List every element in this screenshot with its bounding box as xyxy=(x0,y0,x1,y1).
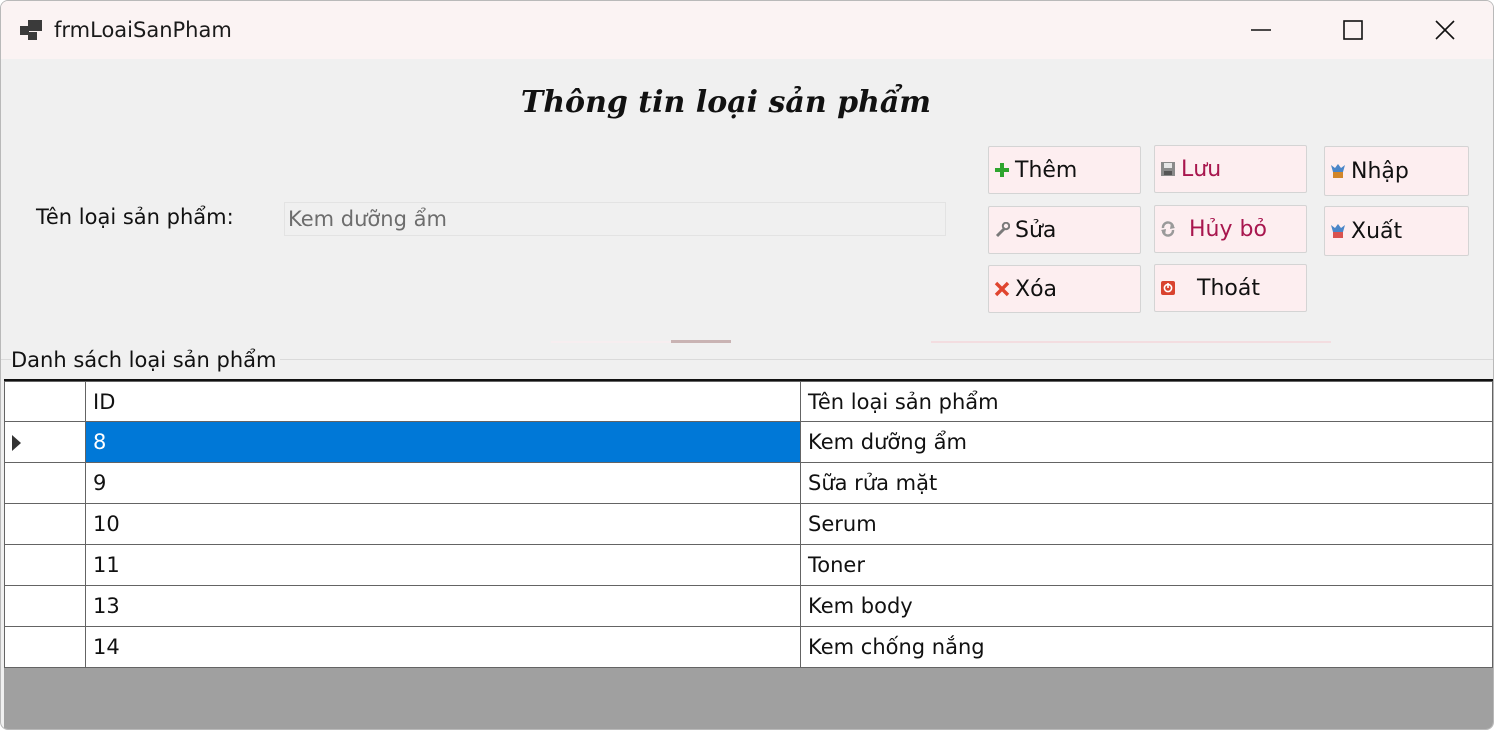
import-button-label: Nhập xyxy=(1351,158,1409,184)
save-button-label: Lưu xyxy=(1181,156,1222,182)
export-button[interactable]: Xuất xyxy=(1324,206,1469,256)
table-row[interactable]: 9 Sữa rửa mặt xyxy=(4,462,1493,504)
table-row[interactable]: 8 Kem dưỡng ẩm xyxy=(4,421,1493,463)
row-header[interactable] xyxy=(4,421,86,463)
maximize-button[interactable] xyxy=(1307,1,1399,59)
grid-header-row: ID Tên loại sản phẩm xyxy=(4,381,1493,422)
form-window: frmLoaiSanPham Thông tin loại sản phẩm T… xyxy=(0,0,1494,730)
table-row[interactable]: 14 Kem chống nắng xyxy=(4,626,1493,668)
id-cell[interactable]: 14 xyxy=(85,626,801,668)
id-cell[interactable]: 10 xyxy=(85,503,801,545)
close-icon xyxy=(1435,20,1455,40)
exit-button-label: Thoát xyxy=(1197,275,1260,301)
name-cell[interactable]: Toner xyxy=(800,544,1493,586)
cancel-button[interactable]: Hủy bỏ xyxy=(1154,205,1307,253)
table-row[interactable]: 10 Serum xyxy=(4,503,1493,545)
minimize-button[interactable] xyxy=(1215,1,1307,59)
decorative-line xyxy=(551,341,671,343)
decorative-line xyxy=(671,340,731,343)
import-icon xyxy=(1328,161,1348,181)
add-button[interactable]: Thêm xyxy=(988,146,1141,194)
minimize-icon xyxy=(1251,29,1271,31)
undo-icon xyxy=(1158,219,1178,239)
exit-icon xyxy=(1158,278,1178,298)
title-bar[interactable]: frmLoaiSanPham xyxy=(1,1,1493,59)
id-cell[interactable]: 13 xyxy=(85,585,801,627)
product-type-name-input[interactable] xyxy=(284,202,946,236)
row-header[interactable] xyxy=(4,503,86,545)
wrench-icon xyxy=(992,220,1012,240)
table-row[interactable]: 13 Kem body xyxy=(4,585,1493,627)
grid-table: ID Tên loại sản phẩm 8 Kem dưỡng ẩm 9 Sữ… xyxy=(4,381,1493,668)
row-header[interactable] xyxy=(4,626,86,668)
decorative-line xyxy=(931,341,1331,343)
product-type-grid[interactable]: ID Tên loại sản phẩm 8 Kem dưỡng ẩm 9 Sữ… xyxy=(4,379,1493,729)
cancel-button-label: Hủy bỏ xyxy=(1189,216,1267,242)
row-header[interactable] xyxy=(4,585,86,627)
maximize-icon xyxy=(1343,20,1363,40)
name-cell[interactable]: Kem body xyxy=(800,585,1493,627)
id-cell[interactable]: 9 xyxy=(85,462,801,504)
edit-button[interactable]: Sửa xyxy=(988,206,1141,254)
export-icon xyxy=(1328,221,1348,241)
id-cell[interactable]: 8 xyxy=(85,421,801,463)
import-button[interactable]: Nhập xyxy=(1324,146,1469,196)
save-button[interactable]: Lưu xyxy=(1154,145,1307,193)
exit-button[interactable]: Thoát xyxy=(1154,264,1307,312)
delete-x-icon xyxy=(992,279,1012,299)
product-type-name-label: Tên loại sản phẩm: xyxy=(36,205,234,229)
column-header-id[interactable]: ID xyxy=(85,381,801,422)
group-title: Danh sách loại sản phẩm xyxy=(11,348,280,372)
app-window-icon xyxy=(19,19,43,41)
row-header[interactable] xyxy=(4,544,86,586)
close-button[interactable] xyxy=(1399,1,1491,59)
id-cell[interactable]: 11 xyxy=(85,544,801,586)
form-heading: Thông tin loại sản phẩm xyxy=(520,85,932,120)
window-title: frmLoaiSanPham xyxy=(54,18,232,42)
delete-button-label: Xóa xyxy=(1015,276,1058,302)
name-cell[interactable]: Kem chống nắng xyxy=(800,626,1493,668)
row-header-corner[interactable] xyxy=(4,381,86,422)
save-icon xyxy=(1158,159,1178,179)
current-row-arrow-icon xyxy=(12,435,21,451)
row-header[interactable] xyxy=(4,462,86,504)
name-cell[interactable]: Kem dưỡng ẩm xyxy=(800,421,1493,463)
table-row[interactable]: 11 Toner xyxy=(4,544,1493,586)
edit-button-label: Sửa xyxy=(1015,217,1057,243)
column-header-name[interactable]: Tên loại sản phẩm xyxy=(800,381,1493,422)
export-button-label: Xuất xyxy=(1351,218,1403,244)
name-cell[interactable]: Sữa rửa mặt xyxy=(800,462,1493,504)
delete-button[interactable]: Xóa xyxy=(988,265,1141,313)
plus-icon xyxy=(992,160,1012,180)
name-cell[interactable]: Serum xyxy=(800,503,1493,545)
add-button-label: Thêm xyxy=(1015,157,1078,183)
